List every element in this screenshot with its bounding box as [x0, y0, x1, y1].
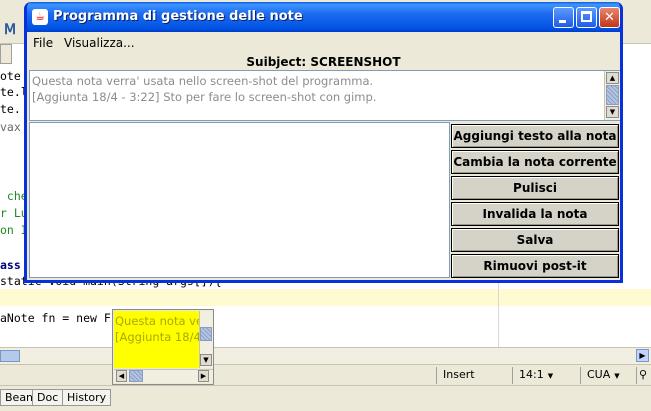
scroll-left-arrow-icon[interactable]: ◀: [116, 370, 127, 382]
ide-bottom-tabs: Bean Doc History: [0, 385, 651, 411]
status-keymap-value: CUA: [587, 368, 611, 381]
status-keymap[interactable]: CUA ▼: [580, 367, 636, 384]
status-insert-mode: Insert: [436, 367, 512, 384]
postit-text-area[interactable]: Questa nota verra' usata nello screen-sh…: [114, 311, 199, 368]
editor-horizontal-scrollbar[interactable]: ▶: [0, 347, 651, 364]
postit-horizontal-scrollbar[interactable]: ◀ ▶: [114, 369, 213, 383]
subject-label: Suibject: SCREENSHOT: [246, 55, 401, 69]
maximize-icon: [581, 11, 592, 22]
close-icon: ✕: [604, 10, 615, 25]
window-title-bar[interactable]: ☕ Programma di gestione delle note ✕: [27, 2, 620, 32]
notes-window: ☕ Programma di gestione delle note ✕ Fil…: [24, 2, 623, 283]
postit-line: [Aggiunta 18/4 - 3:22] Sto per fare lo s…: [115, 330, 199, 344]
scroll-right-arrow-icon[interactable]: ▶: [198, 370, 209, 382]
java-cup-icon[interactable]: ☕: [32, 9, 48, 25]
remove-postit-button[interactable]: Rimuovi post-it: [451, 254, 619, 278]
status-position-value: 14:1: [519, 368, 544, 381]
code-line: ote: [0, 69, 21, 83]
status-position[interactable]: 14:1 ▼: [512, 367, 578, 384]
note-text: Questa nota verra' usata nello screen-sh…: [32, 73, 376, 105]
save-button[interactable]: Salva: [451, 228, 619, 252]
change-note-button[interactable]: Cambia la nota corrente: [451, 150, 619, 174]
scroll-up-arrow-icon[interactable]: ▲: [606, 72, 619, 84]
status-bar: Insert 14:1 ▼ CUA ▼ ⚲: [0, 364, 651, 385]
note-input-area[interactable]: [29, 122, 450, 278]
code-line: aNote fn = new F: [0, 311, 111, 325]
minimize-button[interactable]: [553, 7, 574, 28]
note-line: Questa nota verra' usata nello screen-sh…: [32, 74, 374, 88]
code-line: vax: [0, 120, 21, 134]
append-text-button[interactable]: Aggiungi testo alla nota: [451, 124, 619, 148]
scroll-down-arrow-icon[interactable]: ▼: [200, 354, 212, 366]
note-line: [Aggiunta 18/4 - 3:22] Sto per fare lo s…: [32, 90, 377, 104]
scrollbar-thumb[interactable]: [606, 85, 619, 105]
menu-visualizza[interactable]: Visualizza...: [64, 36, 135, 50]
code-line: ass: [0, 258, 21, 272]
postit-line: Questa nota verra' usata nello screen-sh…: [115, 314, 199, 328]
current-line-highlight: [0, 289, 651, 306]
invalidate-note-button[interactable]: Invalida la nota: [451, 202, 619, 226]
note-display-area[interactable]: Questa nota verra' usata nello screen-sh…: [29, 70, 620, 121]
code-line: te.: [0, 102, 21, 116]
menu-file[interactable]: File: [33, 36, 53, 50]
binoculars-icon[interactable]: 𝖬: [4, 22, 16, 38]
clear-button[interactable]: Pulisci: [451, 176, 619, 200]
maximize-button[interactable]: [576, 7, 597, 28]
postit-note[interactable]: Questa nota verra' usata nello screen-sh…: [112, 309, 214, 385]
note-vertical-scrollbar[interactable]: ▲ ▼: [604, 71, 620, 120]
tab-doc[interactable]: Doc: [32, 389, 64, 406]
tab-history[interactable]: History: [62, 389, 112, 406]
postit-vertical-scrollbar[interactable]: ▼: [199, 311, 213, 368]
postit-text: Questa nota verra' usata nello screen-sh…: [115, 313, 199, 345]
window-title: Programma di gestione delle note: [53, 9, 303, 24]
close-button[interactable]: ✕: [599, 7, 620, 28]
ide-editor-tab-stub[interactable]: [0, 44, 12, 64]
minimize-icon: [559, 20, 566, 23]
scrollbar-thumb[interactable]: [129, 370, 143, 382]
scrollbar-thumb[interactable]: [0, 350, 20, 362]
magnifier-icon[interactable]: ⚲: [636, 367, 651, 384]
scrollbar-thumb[interactable]: [200, 327, 212, 341]
scroll-right-arrow-icon[interactable]: ▶: [636, 349, 649, 362]
scroll-down-arrow-icon[interactable]: ▼: [606, 106, 619, 118]
chevron-down-icon: ▼: [614, 372, 620, 380]
menu-bar: File Visualizza...: [27, 32, 620, 54]
chevron-down-icon: ▼: [547, 372, 554, 380]
